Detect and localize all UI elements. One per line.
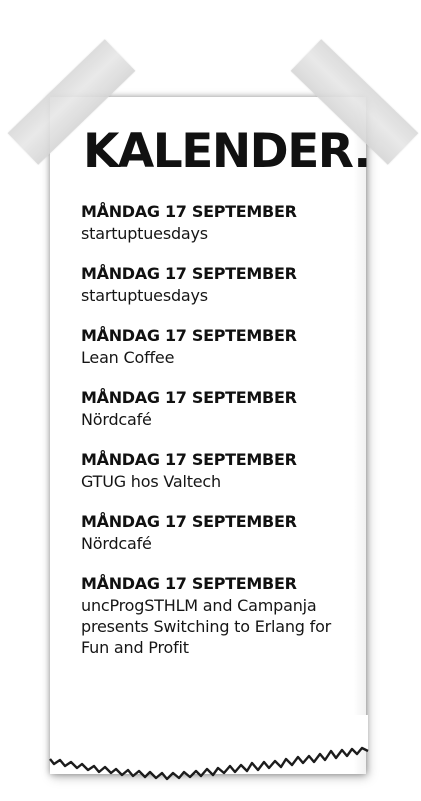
event-date: MÅNDAG 17 SEPTEMBER bbox=[81, 574, 297, 593]
event-title[interactable]: GTUG hos Valtech bbox=[81, 471, 351, 492]
event-title[interactable]: startuptuesdays bbox=[81, 223, 351, 244]
event-item[interactable]: MÅNDAG 17 SEPTEMBER GTUG hos Valtech bbox=[81, 449, 351, 492]
event-date: MÅNDAG 17 SEPTEMBER bbox=[81, 512, 297, 531]
event-date: MÅNDAG 17 SEPTEMBER bbox=[81, 450, 297, 469]
calendar-widget: KALENDER. MÅNDAG 17 SEPTEMBER startuptue… bbox=[0, 0, 421, 801]
event-title[interactable]: Nördcafé bbox=[81, 409, 351, 430]
event-date: MÅNDAG 17 SEPTEMBER bbox=[81, 388, 297, 407]
event-list: MÅNDAG 17 SEPTEMBER startuptuesdays MÅND… bbox=[81, 201, 351, 677]
calendar-title: KALENDER. bbox=[83, 124, 371, 179]
event-item[interactable]: MÅNDAG 17 SEPTEMBER Nördcafé bbox=[81, 387, 351, 430]
event-item[interactable]: MÅNDAG 17 SEPTEMBER startuptuesdays bbox=[81, 263, 351, 306]
event-date: MÅNDAG 17 SEPTEMBER bbox=[81, 264, 297, 283]
event-date: MÅNDAG 17 SEPTEMBER bbox=[81, 326, 297, 345]
torn-paper-edge bbox=[49, 715, 369, 781]
event-title[interactable]: Nördcafé bbox=[81, 533, 351, 554]
event-title[interactable]: startuptuesdays bbox=[81, 285, 351, 306]
event-date: MÅNDAG 17 SEPTEMBER bbox=[81, 202, 297, 221]
event-item[interactable]: MÅNDAG 17 SEPTEMBER startuptuesdays bbox=[81, 201, 351, 244]
event-item[interactable]: MÅNDAG 17 SEPTEMBER uncProgSTHLM and Cam… bbox=[81, 573, 351, 658]
event-title[interactable]: Lean Coffee bbox=[81, 347, 351, 368]
event-item[interactable]: MÅNDAG 17 SEPTEMBER Nördcafé bbox=[81, 511, 351, 554]
event-item[interactable]: MÅNDAG 17 SEPTEMBER Lean Coffee bbox=[81, 325, 351, 368]
event-title[interactable]: uncProgSTHLM and Campanja presents Switc… bbox=[81, 595, 351, 658]
